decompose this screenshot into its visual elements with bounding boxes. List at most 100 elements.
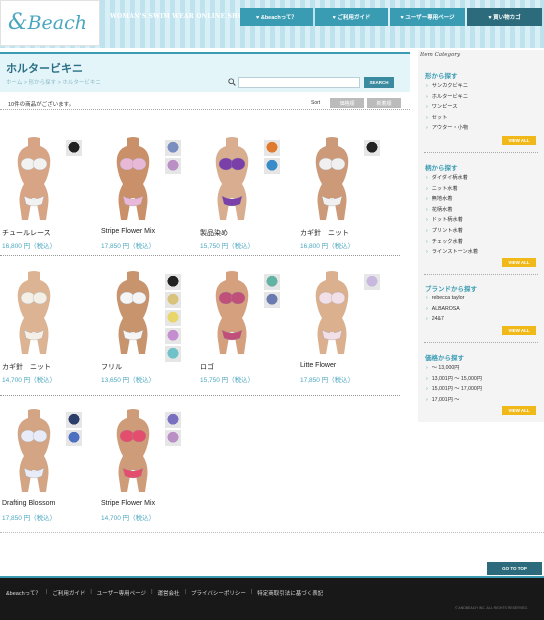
- footer-link-company[interactable]: 運営会社: [158, 589, 180, 597]
- color-variant-thumbnail[interactable]: [66, 140, 82, 156]
- product-card[interactable]: フリル 13,650 円（税込）: [101, 270, 197, 385]
- sidebar-brand-list: rebecca taylor ALBAROSA 24&7: [426, 293, 465, 325]
- product-card[interactable]: ロゴ 15,750 円（税込）: [200, 270, 296, 385]
- product-card[interactable]: チュールレース 16,800 円（税込）: [2, 136, 98, 251]
- logo-box[interactable]: &Beach: [0, 0, 100, 46]
- product-image[interactable]: [6, 408, 62, 494]
- sidebar-item[interactable]: セット: [426, 113, 468, 124]
- product-image[interactable]: [105, 408, 161, 494]
- nav-user-page[interactable]: ♥ ユーザー専用ページ: [390, 8, 465, 26]
- product-name[interactable]: ロゴ: [200, 362, 214, 372]
- color-variant-thumbnail[interactable]: [66, 430, 82, 446]
- color-variant-thumbnail[interactable]: [165, 310, 181, 326]
- color-variant-thumbnail[interactable]: [165, 158, 181, 174]
- row-divider: [0, 395, 400, 396]
- sidebar-section-title[interactable]: 形から探す: [425, 70, 458, 80]
- view-all-button[interactable]: VIEW ALL: [502, 258, 536, 267]
- color-variant-thumbnail[interactable]: [165, 412, 181, 428]
- view-all-button[interactable]: VIEW ALL: [502, 406, 536, 415]
- product-name[interactable]: Stripe Flower Mix: [101, 500, 155, 507]
- search-button[interactable]: SEARCH: [364, 77, 394, 88]
- breadcrumb[interactable]: ホーム > 形から探す > ホルタービキニ: [6, 78, 101, 86]
- product-name[interactable]: Stripe Flower Mix: [101, 228, 155, 235]
- footer-link-privacy[interactable]: プライバシーポリシー: [191, 589, 246, 597]
- color-variant-thumbnail[interactable]: [66, 412, 82, 428]
- product-name[interactable]: フリル: [101, 362, 122, 372]
- product-name[interactable]: Litte Flower: [300, 362, 336, 369]
- sidebar-section-title[interactable]: ブランドから探す: [425, 283, 477, 293]
- product-name[interactable]: カギ針 ニット: [2, 362, 51, 372]
- color-variant-thumbnail[interactable]: [165, 140, 181, 156]
- product-card[interactable]: カギ針 ニット 14,700 円（税込）: [2, 270, 98, 385]
- color-variant-thumbnail[interactable]: [165, 430, 181, 446]
- sidebar-section-title[interactable]: 柄から探す: [425, 162, 458, 172]
- sidebar-item[interactable]: 17,001円 〜: [426, 395, 482, 406]
- color-variant-thumbnail[interactable]: [264, 274, 280, 290]
- footer-link-about[interactable]: &beachって？: [6, 589, 41, 597]
- nav-about[interactable]: ♥ &beachって？: [240, 8, 313, 26]
- sidebar-item[interactable]: ダイダイ柄水着: [426, 173, 478, 184]
- sidebar-item[interactable]: ドット柄水着: [426, 215, 478, 226]
- product-card[interactable]: Stripe Flower Mix 17,850 円（税込）: [101, 136, 197, 251]
- product-image[interactable]: [204, 270, 260, 356]
- sidebar-item[interactable]: サンカクビキニ: [426, 81, 468, 92]
- product-card[interactable]: カギ針 ニット 16,800 円（税込）: [300, 136, 396, 251]
- footer-link-user-page[interactable]: ユーザー専用ページ: [97, 589, 146, 597]
- color-variant-thumbnail[interactable]: [364, 274, 380, 290]
- color-variant-thumbnail[interactable]: [364, 140, 380, 156]
- product-name[interactable]: カギ針 ニット: [300, 228, 349, 238]
- sidebar-item[interactable]: 15,001円 〜 17,000円: [426, 384, 482, 395]
- search-input[interactable]: [238, 77, 360, 88]
- nav-cart[interactable]: ♥ 買い物カゴ: [467, 8, 542, 26]
- sidebar-item[interactable]: チェック水着: [426, 237, 478, 248]
- sidebar-item[interactable]: ホルタービキニ: [426, 92, 468, 103]
- sidebar-item[interactable]: アウター・小物: [426, 123, 468, 134]
- color-variant-thumbnail[interactable]: [165, 274, 181, 290]
- view-all-button[interactable]: VIEW ALL: [502, 326, 536, 335]
- sidebar-item[interactable]: ワンピース: [426, 102, 468, 113]
- sidebar-item[interactable]: 花柄水着: [426, 205, 478, 216]
- sort-new-button[interactable]: 新着順: [367, 98, 401, 108]
- row-divider: [0, 255, 400, 256]
- product-card[interactable]: Drafting Blossom 17,850 円（税込）: [2, 408, 98, 523]
- sidebar-item[interactable]: プリント水着: [426, 226, 478, 237]
- sidebar-item[interactable]: ニット水着: [426, 184, 478, 195]
- sidebar-item[interactable]: ALBAROSA: [426, 304, 464, 315]
- sidebar-divider: [424, 152, 538, 153]
- color-variant-thumbnail[interactable]: [165, 328, 181, 344]
- product-name[interactable]: Drafting Blossom: [2, 500, 55, 507]
- logo-ampersand: &: [8, 10, 28, 35]
- color-variant-thumbnail[interactable]: [264, 140, 280, 156]
- product-card[interactable]: Stripe Flower Mix 14,700 円（税込）: [101, 408, 197, 523]
- product-name[interactable]: チュールレース: [2, 228, 51, 238]
- product-image[interactable]: [105, 136, 161, 222]
- sidebar-item[interactable]: 13,001円 〜 15,000円: [426, 374, 482, 385]
- color-variant-thumbnail[interactable]: [165, 346, 181, 362]
- sidebar-item[interactable]: ラインストーン水着: [426, 247, 478, 258]
- footer-link-legal[interactable]: 特定商取引法に基づく表記: [257, 589, 323, 597]
- product-image[interactable]: [304, 136, 360, 222]
- sidebar-item[interactable]: 24&7: [426, 314, 464, 325]
- footer-link-guide[interactable]: ご利用ガイド: [52, 589, 85, 597]
- sidebar-item[interactable]: rebecca taylor: [426, 293, 465, 304]
- product-name[interactable]: 製品染め: [200, 228, 228, 238]
- color-variant-thumbnail[interactable]: [264, 158, 280, 174]
- product-image[interactable]: [6, 270, 62, 356]
- color-variant-thumbnail[interactable]: [165, 292, 181, 308]
- logo-text: Beach: [27, 12, 88, 34]
- product-image[interactable]: [204, 136, 260, 222]
- site-logo[interactable]: &Beach: [8, 10, 87, 35]
- sidebar-section-title[interactable]: 価格から探す: [425, 352, 464, 362]
- nav-guide[interactable]: ♥ ご利用ガイド: [315, 8, 388, 26]
- sort-price-button[interactable]: 価格順: [330, 98, 364, 108]
- product-image[interactable]: [304, 270, 360, 356]
- product-image[interactable]: [6, 136, 62, 222]
- color-variant-thumbnail[interactable]: [264, 292, 280, 308]
- go-to-top-button[interactable]: GO TO TOP: [487, 562, 542, 575]
- product-card[interactable]: Litte Flower 17,850 円（税込）: [300, 270, 396, 385]
- sidebar-item[interactable]: 無地水着: [426, 194, 478, 205]
- sidebar-item[interactable]: 〜 13,000円: [426, 363, 482, 374]
- product-image[interactable]: [105, 270, 161, 356]
- product-card[interactable]: 製品染め 15,750 円（税込）: [200, 136, 296, 251]
- view-all-button[interactable]: VIEW ALL: [502, 136, 536, 145]
